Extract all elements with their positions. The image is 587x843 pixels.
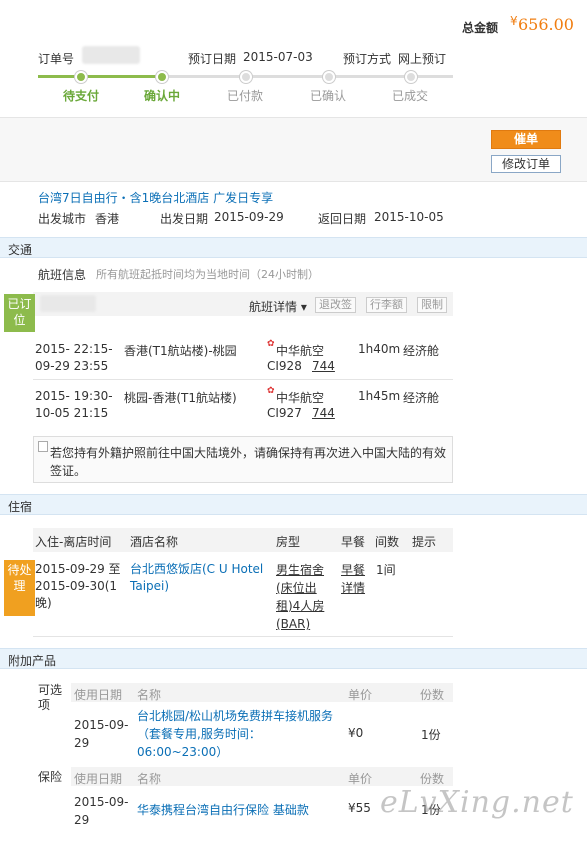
row-divider bbox=[33, 636, 453, 637]
optional-qty: 1份 bbox=[421, 728, 441, 742]
progress-fill bbox=[38, 75, 162, 78]
booking-date-label: 预订日期 bbox=[188, 52, 237, 66]
step-label-4: 已确认 bbox=[309, 89, 346, 103]
visa-notice-text: 若您持有外籍护照前往中国大陆境外，请确保持有再次进入中国大陆的有效签证。 bbox=[50, 446, 447, 478]
insurance-col-price: 单价 bbox=[348, 772, 373, 786]
flight-2-route: 桃园-香港(T1航站楼) bbox=[124, 391, 237, 405]
booking-date-value: 2015-07-03 bbox=[243, 50, 313, 64]
hotel-room-type[interactable]: 男生宿舍(床位出租)4人房(BAR) bbox=[276, 561, 330, 633]
flight-info-note: 所有航班起抵时间均为当地时间（24小时制） bbox=[96, 268, 319, 281]
modify-order-button[interactable]: 修改订单 bbox=[491, 155, 561, 173]
status-badge-pending: 待处理 bbox=[4, 560, 35, 616]
tag-refund-change[interactable]: 退改签 bbox=[315, 297, 356, 313]
hotel-col-rooms: 间数 bbox=[375, 535, 400, 549]
chevron-down-icon: ▾ bbox=[300, 300, 307, 314]
insurance-date: 2015-09-29 bbox=[74, 795, 129, 827]
flight-1-dep: 2015- 22:15- bbox=[35, 342, 113, 356]
optional-header-bar bbox=[71, 683, 453, 702]
hotel-dates: 2015-09-29 至 2015-09-30(1晚) bbox=[35, 562, 121, 610]
return-date-value: 2015-10-05 bbox=[374, 210, 444, 224]
optional-service-link[interactable]: 台北桃园/松山机场免费拼车接机服务（套餐专用,服务时间：06:00~23:00） bbox=[137, 707, 342, 761]
optional-col-date: 使用日期 bbox=[74, 688, 123, 702]
section-transport-title: 交通 bbox=[8, 243, 33, 257]
step-dot-2 bbox=[156, 71, 168, 83]
step-dot-4 bbox=[323, 71, 335, 83]
step-dot-1 bbox=[75, 71, 87, 83]
total-currency: ¥ bbox=[510, 14, 518, 28]
tag-baggage[interactable]: 行李额 bbox=[366, 297, 407, 313]
step-label-5: 已成交 bbox=[391, 89, 428, 103]
step-label-2: 确认中 bbox=[143, 89, 180, 103]
optional-col-name: 名称 bbox=[137, 688, 162, 702]
status-badge-booked: 已订位 bbox=[4, 294, 35, 332]
flight-2-arr: 10-05 21:15 bbox=[35, 406, 109, 420]
depart-city-label: 出发城市 bbox=[38, 212, 87, 226]
hotel-col-breakfast: 早餐 bbox=[341, 535, 366, 549]
booking-method-label: 预订方式 bbox=[343, 52, 392, 66]
optional-col-price: 单价 bbox=[348, 688, 373, 702]
insurance-header-bar bbox=[71, 767, 453, 786]
flight-info-label: 航班信息 bbox=[38, 268, 87, 282]
step-label-1: 待支付 bbox=[62, 89, 99, 103]
insurance-col-date: 使用日期 bbox=[74, 772, 123, 786]
hotel-col-name: 酒店名称 bbox=[130, 535, 179, 549]
total-label: 总金额 bbox=[462, 21, 499, 35]
row-divider bbox=[33, 379, 453, 380]
flight-2-duration: 1h45m bbox=[358, 389, 401, 403]
flight-2-dep: 2015- 19:30- bbox=[35, 389, 113, 403]
flight-2-airline: 中华航空 bbox=[276, 391, 325, 405]
flight-2-no: CI927 bbox=[267, 406, 302, 420]
step-label-3: 已付款 bbox=[226, 89, 263, 103]
optional-date: 2015-09-29 bbox=[74, 718, 129, 750]
total-amount: 656.00 bbox=[518, 15, 574, 34]
insurance-col-name: 名称 bbox=[137, 772, 162, 786]
section-hotel: 住宿 bbox=[0, 494, 587, 515]
depart-city-value: 香港 bbox=[95, 212, 120, 226]
tag-restriction[interactable]: 限制 bbox=[417, 297, 447, 313]
insurance-price: ¥55 bbox=[348, 801, 371, 815]
hotel-col-dates: 入住-离店时间 bbox=[35, 535, 112, 549]
flight-1-cabin: 经济舱 bbox=[403, 344, 440, 358]
optional-label: 可选项 bbox=[38, 683, 63, 712]
flight-2-cabin: 经济舱 bbox=[403, 391, 440, 405]
flight-1-route: 香港(T1航站楼)-桃园 bbox=[124, 344, 237, 358]
flight-1-duration: 1h40m bbox=[358, 342, 401, 356]
flight-1-no: CI928 bbox=[267, 359, 302, 373]
flight-details-label[interactable]: 航班详情 ▾ bbox=[249, 298, 307, 315]
flight-1-arr: 09-29 23:55 bbox=[35, 359, 109, 373]
step-dot-5 bbox=[405, 71, 417, 83]
flight-name-redacted bbox=[40, 295, 96, 312]
section-addons: 附加产品 bbox=[0, 648, 587, 669]
order-no-label: 订单号 bbox=[38, 52, 75, 66]
insurance-label: 保险 bbox=[38, 770, 63, 784]
flight-1-plane-link[interactable]: 744 bbox=[312, 359, 335, 373]
return-date-label: 返回日期 bbox=[318, 212, 367, 226]
airline-logo-icon: ✿ bbox=[267, 339, 275, 349]
order-no-redacted bbox=[82, 46, 140, 64]
site-watermark: eLvXing.net bbox=[380, 785, 574, 820]
hotel-breakfast-link[interactable]: 早餐详情 bbox=[341, 561, 369, 597]
section-hotel-title: 住宿 bbox=[8, 500, 33, 514]
flight-1-airline: 中华航空 bbox=[276, 344, 325, 358]
section-transport: 交通 bbox=[0, 237, 587, 258]
hotel-col-tip: 提示 bbox=[412, 535, 437, 549]
flight-2-plane-link[interactable]: 744 bbox=[312, 406, 335, 420]
insurance-product-link[interactable]: 华泰携程台湾自由行保险 基础款 bbox=[137, 801, 309, 818]
booking-method-value: 网上预订 bbox=[398, 52, 447, 66]
section-addons-title: 附加产品 bbox=[8, 654, 57, 668]
info-icon bbox=[38, 441, 48, 452]
depart-date-label: 出发日期 bbox=[160, 212, 209, 226]
urge-button[interactable]: 催单 bbox=[491, 130, 561, 149]
product-title-link[interactable]: 台湾7日自由行・含1晚台北酒店 广发日专享 bbox=[38, 189, 273, 206]
hotel-name-link[interactable]: 台北西悠饭店(C U Hotel Taipei) bbox=[130, 561, 268, 595]
hotel-col-room: 房型 bbox=[276, 535, 301, 549]
depart-date-value: 2015-09-29 bbox=[214, 210, 284, 224]
optional-price: ¥0 bbox=[348, 726, 364, 740]
optional-col-qty: 份数 bbox=[420, 688, 445, 702]
step-dot-3 bbox=[240, 71, 252, 83]
airline-logo-icon: ✿ bbox=[267, 386, 275, 396]
hotel-room-count: 1间 bbox=[376, 563, 396, 577]
